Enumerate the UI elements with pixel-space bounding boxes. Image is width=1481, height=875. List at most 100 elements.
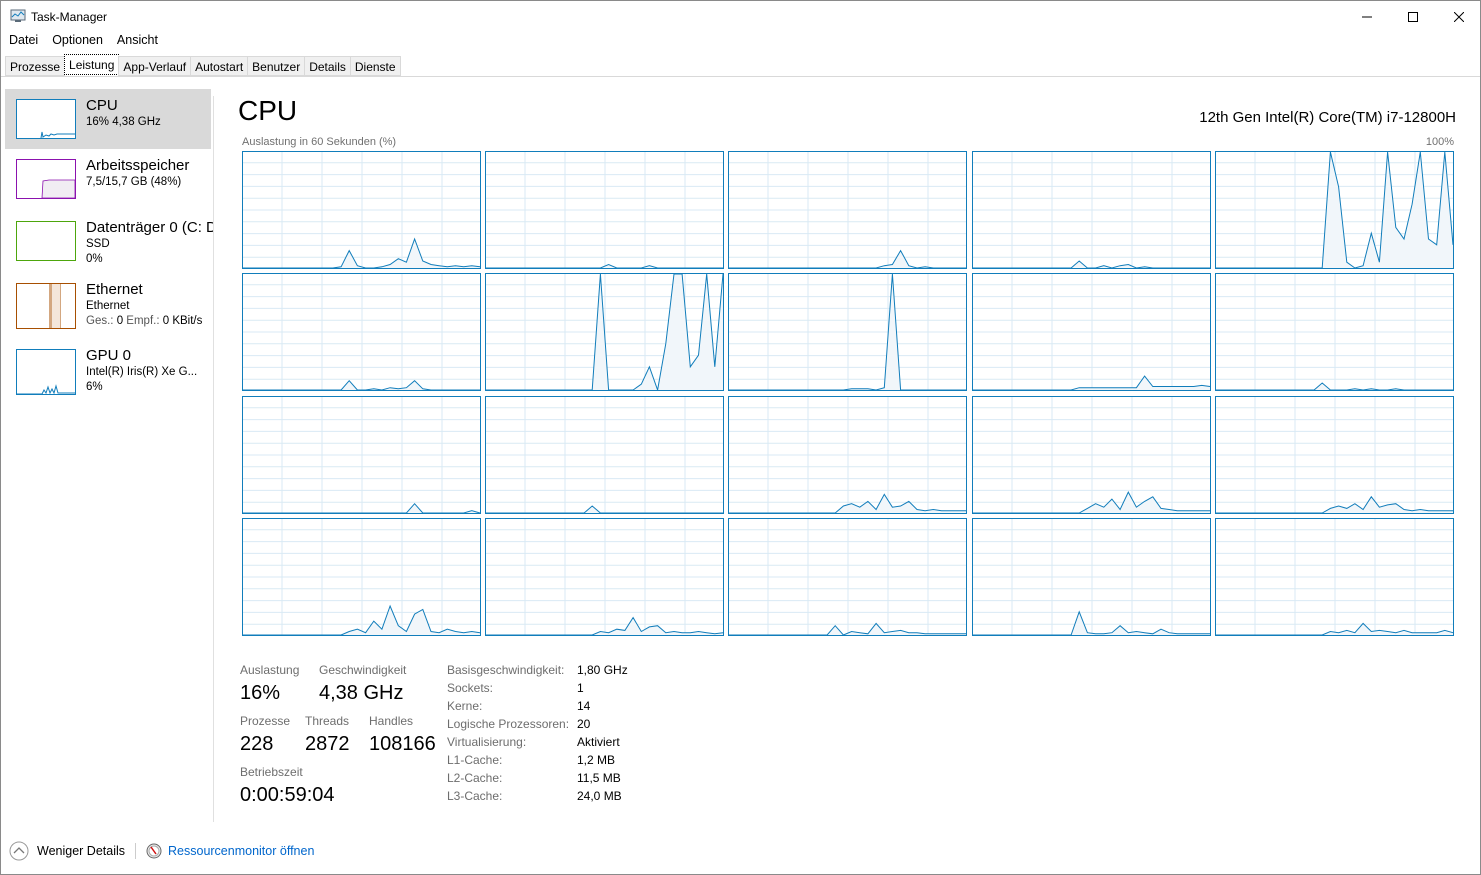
core-graph-11: [485, 396, 724, 514]
disk-thumbnail-graph: [16, 221, 76, 261]
menu-bar: Datei Optionen Ansicht: [1, 33, 164, 51]
tab-app-verlauf[interactable]: App-Verlauf: [118, 56, 192, 76]
detail-key: Kerne:: [447, 699, 483, 713]
core-graph-14: [1215, 396, 1454, 514]
sent-label: Ges.:: [86, 315, 114, 327]
resource-monitor-label: Ressourcenmonitor öffnen: [168, 844, 315, 858]
core-graph-2: [728, 151, 967, 269]
pane-divider[interactable]: [213, 96, 214, 822]
core-graph-16: [485, 518, 724, 636]
core-graph-4: [1215, 151, 1454, 269]
tab-benutzer[interactable]: Benutzer: [247, 56, 306, 76]
sidebar-label: Ethernet: [86, 281, 143, 298]
resource-monitor-icon: [146, 843, 162, 859]
minimize-icon: [1362, 16, 1372, 17]
core-graph-18: [972, 518, 1211, 636]
received-value: 0 KBit/s: [162, 315, 203, 327]
menu-datei[interactable]: Datei: [9, 33, 38, 51]
tab-autostart[interactable]: Autostart: [190, 56, 249, 76]
core-graph-15: [242, 518, 481, 636]
title-bar: Task-Manager: [1, 1, 1480, 32]
fewer-details-label: Weniger Details: [37, 844, 126, 858]
detail-value: 20: [577, 717, 591, 731]
cpu-thumbnail-graph: [16, 99, 76, 139]
uptime-value: 0:00:59:04: [240, 784, 335, 806]
sidebar-label: Datenträger 0 (C: D:): [86, 219, 213, 236]
detail-key: Sockets:: [447, 681, 494, 695]
footer: Weniger Details Ressourcenmonitor öffnen: [9, 840, 314, 862]
processes-label: Prozesse: [240, 714, 291, 728]
task-manager-icon: [10, 9, 26, 22]
cpu-model: 12th Gen Intel(R) Core(TM) i7-12800H: [1199, 109, 1456, 126]
core-graph-8: [972, 273, 1211, 391]
graph-caption: Auslastung in 60 Sekunden (%): [242, 136, 397, 148]
sidebar-item-memory[interactable]: Arbeitsspeicher 7,5/15,7 GB (48%): [5, 149, 211, 211]
core-graph-1: [485, 151, 724, 269]
detail-value: 1,2 MB: [577, 753, 616, 767]
tab-leistung[interactable]: Leistung: [64, 54, 120, 75]
sidebar-detail: 16% 4,38 GHz: [86, 116, 161, 128]
sidebar-detail: Intel(R) Iris(R) Xe G...: [86, 366, 198, 378]
detail-key: Logische Prozessoren:: [447, 717, 570, 731]
tab-prozesse[interactable]: Prozesse: [5, 56, 66, 76]
sidebar-detail-2: 0%: [86, 253, 103, 265]
memory-thumbnail-graph: [16, 159, 76, 199]
ethernet-thumbnail-graph: [16, 283, 76, 329]
sidebar-item-disk[interactable]: Datenträger 0 (C: D:) SSD 0%: [5, 211, 213, 273]
tab-dienste[interactable]: Dienste: [349, 56, 401, 76]
close-button[interactable]: [1436, 1, 1481, 32]
detail-key: L1-Cache:: [447, 753, 503, 767]
core-graph-5: [242, 273, 481, 391]
sidebar-detail: 7,5/15,7 GB (48%): [86, 176, 182, 188]
menu-optionen[interactable]: Optionen: [52, 33, 103, 51]
detail-key: Virtualisierung:: [447, 735, 527, 749]
graph-max-label: 100%: [1425, 136, 1454, 148]
processes-value: 228: [240, 733, 274, 755]
detail-value: 24,0 MB: [577, 789, 622, 803]
page-title: CPU: [238, 95, 298, 126]
handles-value: 108166: [369, 733, 436, 755]
core-graph-19: [1215, 518, 1454, 636]
threads-value: 2872: [305, 733, 350, 755]
core-graph-6: [485, 273, 724, 391]
menu-ansicht[interactable]: Ansicht: [117, 33, 158, 51]
detail-value: 1: [577, 681, 584, 695]
fewer-details-button[interactable]: Weniger Details: [9, 841, 125, 861]
window-title: Task-Manager: [31, 10, 108, 24]
close-icon: [1454, 11, 1464, 22]
uptime-label: Betriebszeit: [240, 765, 303, 779]
handles-label: Handles: [369, 714, 414, 728]
sidebar-detail: SSD: [86, 238, 110, 250]
tab-bar: Prozesse Leistung App-Verlauf Autostart …: [5, 54, 401, 77]
tab-details[interactable]: Details: [304, 56, 351, 76]
resource-list: CPU 16% 4,38 GHz Arbeitsspeicher 7,5/15,…: [5, 89, 213, 401]
sidebar-label: Arbeitsspeicher: [86, 157, 190, 174]
sidebar-detail-2: 6%: [86, 381, 103, 393]
tab-divider: [1, 76, 1480, 77]
utilization-value: 16%: [240, 682, 281, 704]
received-label: Empf.:: [126, 315, 160, 327]
detail-key: Basisgeschwindigkeit:: [447, 663, 565, 677]
footer-separator: [135, 843, 137, 859]
detail-value: 11,5 MB: [577, 771, 621, 785]
sidebar-detail: Ethernet: [86, 300, 130, 312]
core-graph-3: [972, 151, 1211, 269]
core-graph-17: [728, 518, 967, 636]
detail-value: Aktiviert: [577, 735, 620, 749]
minimize-button[interactable]: [1344, 1, 1390, 32]
sidebar-label: CPU: [86, 97, 118, 114]
maximize-button[interactable]: [1390, 1, 1436, 32]
threads-label: Threads: [305, 714, 350, 728]
chevron-up-icon: [9, 841, 29, 861]
core-graph-9: [1215, 273, 1454, 391]
sidebar-item-ethernet[interactable]: Ethernet Ethernet Ges.: 0 Empf.: 0 KBit/…: [5, 273, 211, 339]
core-graph-10: [242, 396, 481, 514]
sent-value: 0: [116, 315, 124, 327]
utilization-label: Auslastung: [240, 663, 300, 677]
sidebar-item-cpu[interactable]: CPU 16% 4,38 GHz: [5, 89, 211, 149]
detail-key: L3-Cache:: [447, 789, 503, 803]
core-graph-12: [728, 396, 967, 514]
sidebar-label: GPU 0: [86, 347, 132, 364]
open-resource-monitor-link[interactable]: Ressourcenmonitor öffnen: [146, 843, 314, 859]
sidebar-item-gpu[interactable]: GPU 0 Intel(R) Iris(R) Xe G... 6%: [5, 339, 211, 401]
